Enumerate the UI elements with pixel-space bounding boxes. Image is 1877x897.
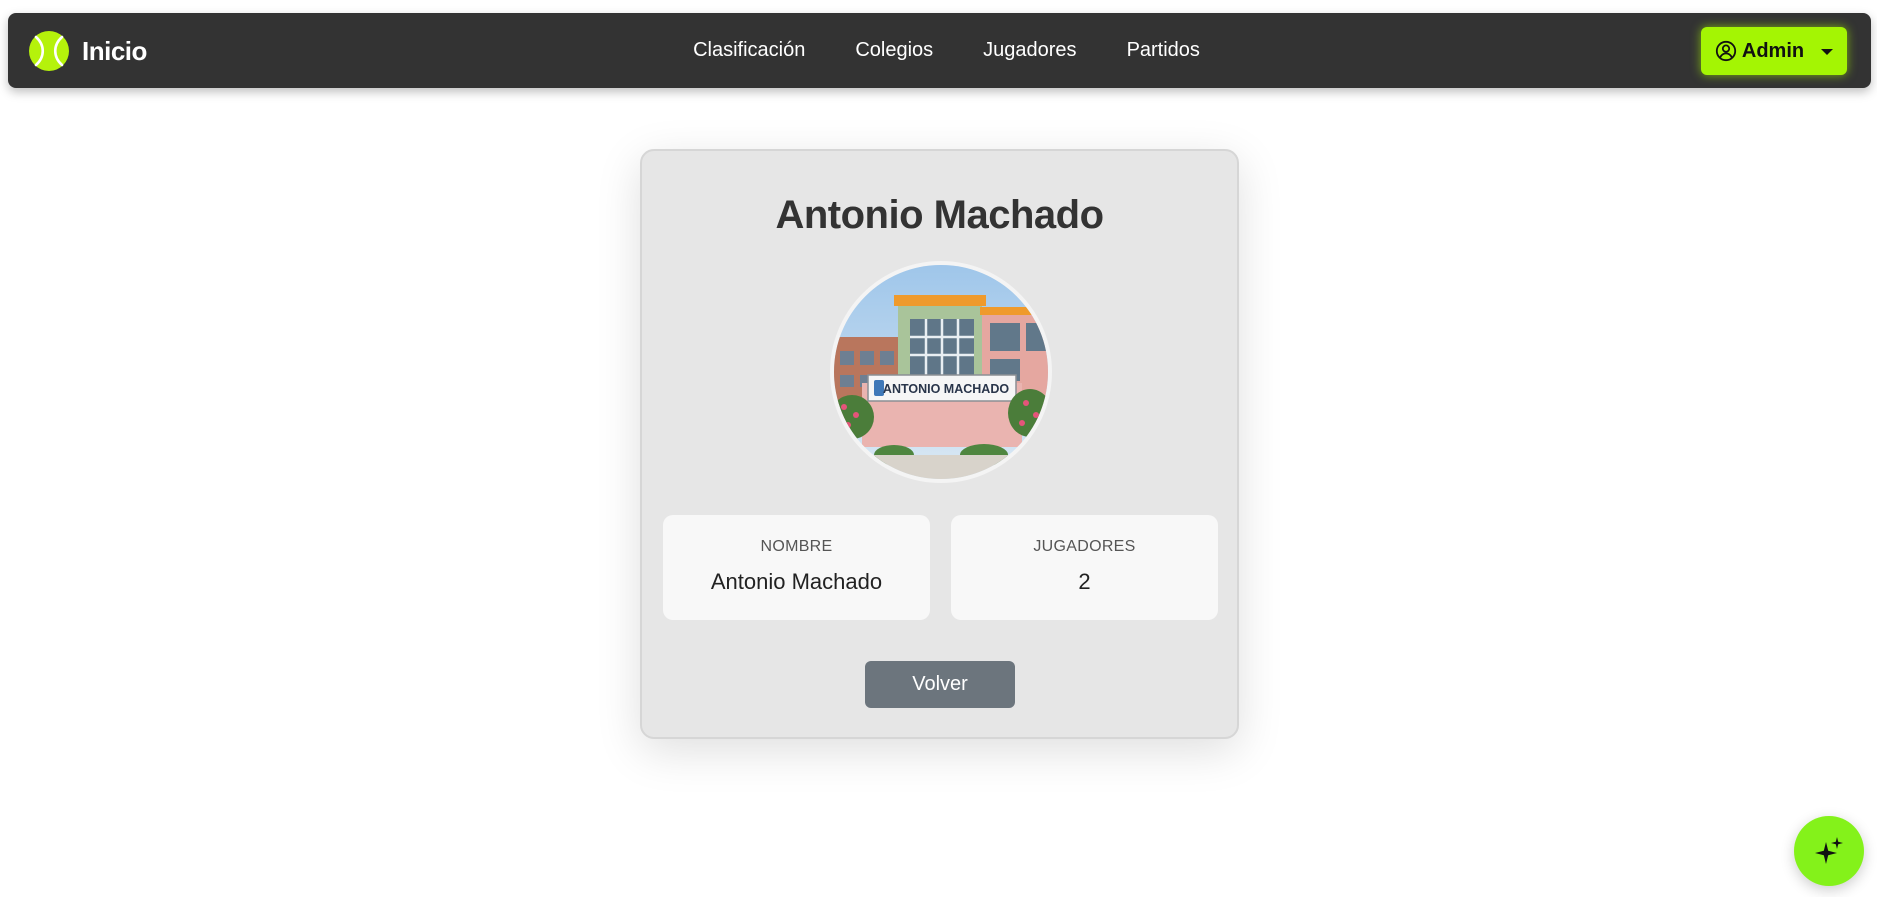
name-label: NOMBRE	[760, 538, 833, 555]
user-circle-icon	[1715, 40, 1736, 62]
school-detail-card: Antonio Machado ANTONIO MACHADO NOMBRE A…	[640, 149, 1239, 739]
tennis-ball-icon	[29, 31, 69, 71]
school-sign-text: ANTONIO MACHADO	[883, 382, 1009, 396]
school-photo: ANTONIO MACHADO	[830, 261, 1052, 483]
navbar: Inicio Clasificación Colegios Jugadores …	[8, 13, 1871, 88]
school-title: Antonio Machado	[775, 193, 1104, 237]
nav-link-jugadores[interactable]: Jugadores	[983, 39, 1076, 62]
brand-home-link[interactable]: Inicio	[28, 30, 147, 72]
players-info-box: JUGADORES 2	[951, 515, 1218, 620]
name-info-box: NOMBRE Antonio Machado	[663, 515, 930, 620]
nav-link-clasificacion[interactable]: Clasificación	[693, 39, 805, 62]
assistant-fab-button[interactable]	[1794, 816, 1864, 886]
players-count: 2	[1078, 569, 1091, 594]
admin-menu-label: Admin	[1741, 39, 1805, 62]
brand-label: Inicio	[82, 35, 147, 66]
nav-link-partidos[interactable]: Partidos	[1127, 39, 1200, 62]
players-label: JUGADORES	[1033, 538, 1136, 555]
sparkles-icon	[1815, 837, 1843, 864]
admin-menu-button[interactable]: Admin	[1701, 27, 1847, 75]
back-button[interactable]: Volver	[865, 661, 1015, 708]
main-nav: Clasificación Colegios Jugadores Partido…	[8, 13, 1871, 88]
nav-link-colegios[interactable]: Colegios	[855, 39, 933, 62]
name-value: Antonio Machado	[710, 569, 883, 594]
caret-down-icon	[1821, 49, 1834, 55]
